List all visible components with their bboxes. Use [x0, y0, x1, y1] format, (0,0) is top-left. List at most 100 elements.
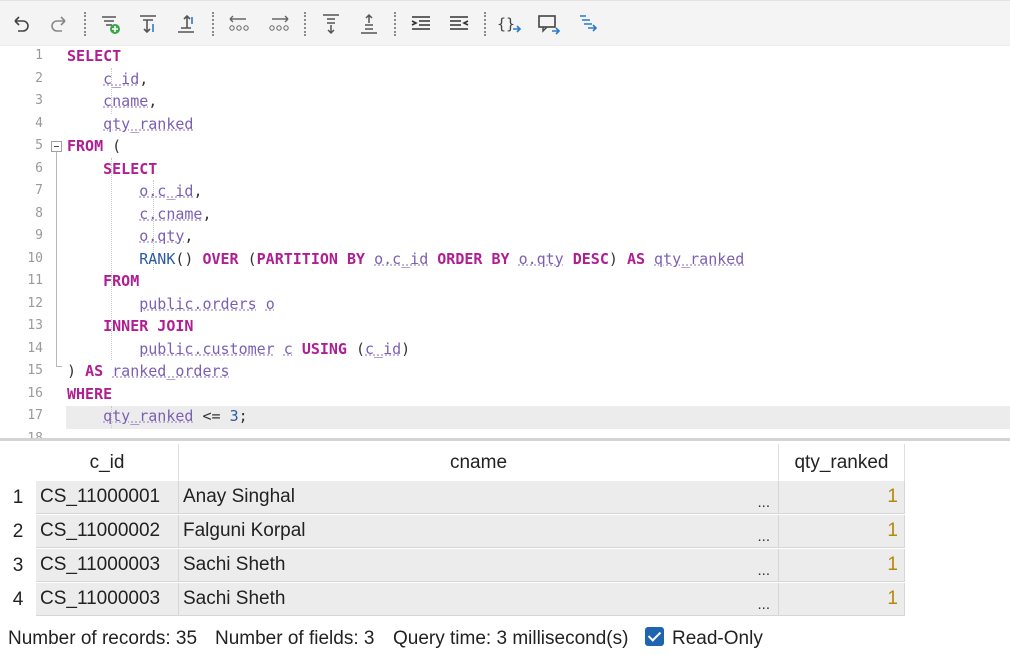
align-bottom-icon[interactable]	[354, 9, 384, 39]
comment-icon[interactable]	[534, 9, 564, 39]
code-line[interactable]: 2 c_id,	[0, 68, 1010, 91]
line-number: 5	[35, 138, 43, 153]
code-token: RANK	[139, 249, 176, 268]
cell-cname[interactable]: Anay Singhal...	[179, 481, 779, 514]
code-line[interactable]: 5 FROM (	[0, 135, 1010, 158]
code-text: ) AS ranked_orders	[67, 360, 230, 383]
code-line[interactable]: 6 SELECT	[0, 158, 1010, 181]
row-number[interactable]: 1	[0, 481, 36, 515]
code-token: o.c_id	[374, 249, 429, 268]
code-text: WHERE	[67, 383, 112, 406]
cell-cname[interactable]: Falguni Korpal...	[179, 515, 779, 548]
cell-ellipsis-button[interactable]: ...	[757, 596, 770, 613]
code-line[interactable]: 4 qty_ranked	[0, 113, 1010, 136]
table-row[interactable]: 2 CS_11000002 Falguni Korpal... 1	[0, 515, 1010, 549]
code-line[interactable]: 17 qty_ranked <= 3;	[0, 405, 1010, 428]
table-row[interactable]: 1 CS_11000001 Anay Singhal... 1	[0, 481, 1010, 515]
cell-ellipsis-button[interactable]: ...	[757, 528, 770, 545]
code-line[interactable]: 8 c.cname,	[0, 203, 1010, 226]
code-token: FROM	[67, 137, 104, 155]
sql-editor[interactable]: 1 SELECT 2 c_id, 3 cname, 4 qty_ranked 5 FROM …	[0, 46, 1010, 438]
explain-icon[interactable]	[574, 9, 604, 39]
code-line[interactable]: 7 o.c_id,	[0, 180, 1010, 203]
sort-ascending-icon[interactable]	[172, 9, 202, 39]
line-number: 8	[35, 205, 43, 221]
sort-descending-icon[interactable]	[134, 9, 164, 39]
line-number: 14	[27, 340, 43, 356]
editor-results-splitter[interactable]	[0, 438, 1010, 441]
cell-c-id[interactable]: CS_11000001	[36, 481, 179, 514]
cell-c-id[interactable]: CS_11000002	[36, 515, 179, 548]
redo-icon[interactable]	[44, 9, 74, 39]
cell-qty-ranked[interactable]: 1	[779, 515, 905, 548]
toolbar: {}	[0, 0, 1010, 46]
code-line[interactable]: 18	[0, 428, 1010, 439]
column-header-c-id[interactable]: c_id	[36, 444, 179, 481]
code-line[interactable]: 12 public.orders o	[0, 293, 1010, 316]
cell-qty-ranked[interactable]: 1	[779, 481, 905, 514]
line-number: 6	[35, 160, 43, 176]
code-token: PARTITION BY	[256, 249, 366, 268]
row-number[interactable]: 4	[0, 583, 36, 617]
column-header-qty-ranked[interactable]: qty_ranked	[779, 444, 905, 481]
code-line[interactable]: 1 SELECT	[0, 46, 1010, 68]
move-right-icon[interactable]	[264, 9, 294, 39]
code-token: WHERE	[67, 384, 113, 403]
code-token: qty_ranked	[654, 249, 745, 268]
row-number[interactable]: 2	[0, 515, 36, 549]
cell-c-id[interactable]: CS_11000003	[36, 583, 179, 616]
format-braces-icon[interactable]: {}	[494, 9, 524, 39]
cell-cname[interactable]: Sachi Sheth...	[179, 583, 779, 616]
cell-qty-ranked[interactable]: 1	[779, 583, 905, 616]
cell-cname[interactable]: Sachi Sheth...	[179, 549, 779, 582]
code-token: cname	[103, 92, 149, 110]
code-token: OVER	[202, 249, 239, 268]
outdent-icon[interactable]	[444, 9, 474, 39]
code-token: AS	[626, 249, 645, 268]
cell-ellipsis-button[interactable]: ...	[757, 562, 770, 579]
row-number[interactable]: 3	[0, 549, 36, 583]
move-left-icon[interactable]	[224, 9, 254, 39]
code-token: SELECT	[67, 47, 122, 65]
code-token: AS	[85, 362, 104, 380]
read-only-checkbox[interactable]	[645, 627, 664, 646]
code-line[interactable]: 15) AS ranked_orders	[0, 360, 1010, 383]
code-token: c_id	[103, 69, 140, 88]
table-row[interactable]: 3 CS_11000003 Sachi Sheth... 1	[0, 549, 1010, 583]
cell-qty-ranked[interactable]: 1	[779, 549, 905, 582]
svg-text:{}: {}	[497, 15, 515, 33]
code-line[interactable]: 10 RANK() OVER (PARTITION BY o.c_id ORDE…	[0, 248, 1010, 271]
add-filter-icon[interactable]	[96, 9, 126, 39]
code-token: ,	[148, 92, 158, 110]
code-line[interactable]: 9 o.qty,	[0, 225, 1010, 248]
code-token: o.c_id	[139, 182, 194, 200]
cell-cname-text: Falguni Korpal	[183, 520, 306, 541]
column-header-cname[interactable]: cname	[179, 444, 779, 481]
undo-icon[interactable]	[6, 9, 36, 39]
code-line[interactable]: 13 INNER JOIN	[0, 315, 1010, 338]
code-text: RANK() OVER (PARTITION BY o.c_id ORDER B…	[67, 248, 744, 271]
indent-icon[interactable]	[406, 9, 436, 39]
code-line[interactable]: 14 public.customer c USING (c_id)	[0, 338, 1010, 361]
table-row[interactable]: 4 CS_11000003 Sachi Sheth... 1	[0, 583, 1010, 617]
line-number: 13	[27, 318, 43, 333]
code-token: SELECT	[103, 159, 158, 178]
code-token: ,	[193, 182, 203, 200]
code-text: SELECT	[67, 46, 121, 68]
code-line[interactable]: 16 WHERE	[0, 383, 1010, 406]
code-text: INNER JOIN	[67, 315, 193, 338]
line-number: 2	[35, 70, 43, 86]
code-token: (	[238, 249, 257, 268]
cell-ellipsis-button[interactable]: ...	[757, 494, 770, 511]
read-only-label[interactable]: Read-Only	[672, 628, 763, 650]
code-line[interactable]: 3 cname,	[0, 90, 1010, 113]
align-top-icon[interactable]	[316, 9, 346, 39]
cell-c-id[interactable]: CS_11000003	[36, 549, 179, 582]
code-line[interactable]: 11 FROM	[0, 270, 1010, 293]
record-count: Number of records: 35	[8, 628, 198, 649]
